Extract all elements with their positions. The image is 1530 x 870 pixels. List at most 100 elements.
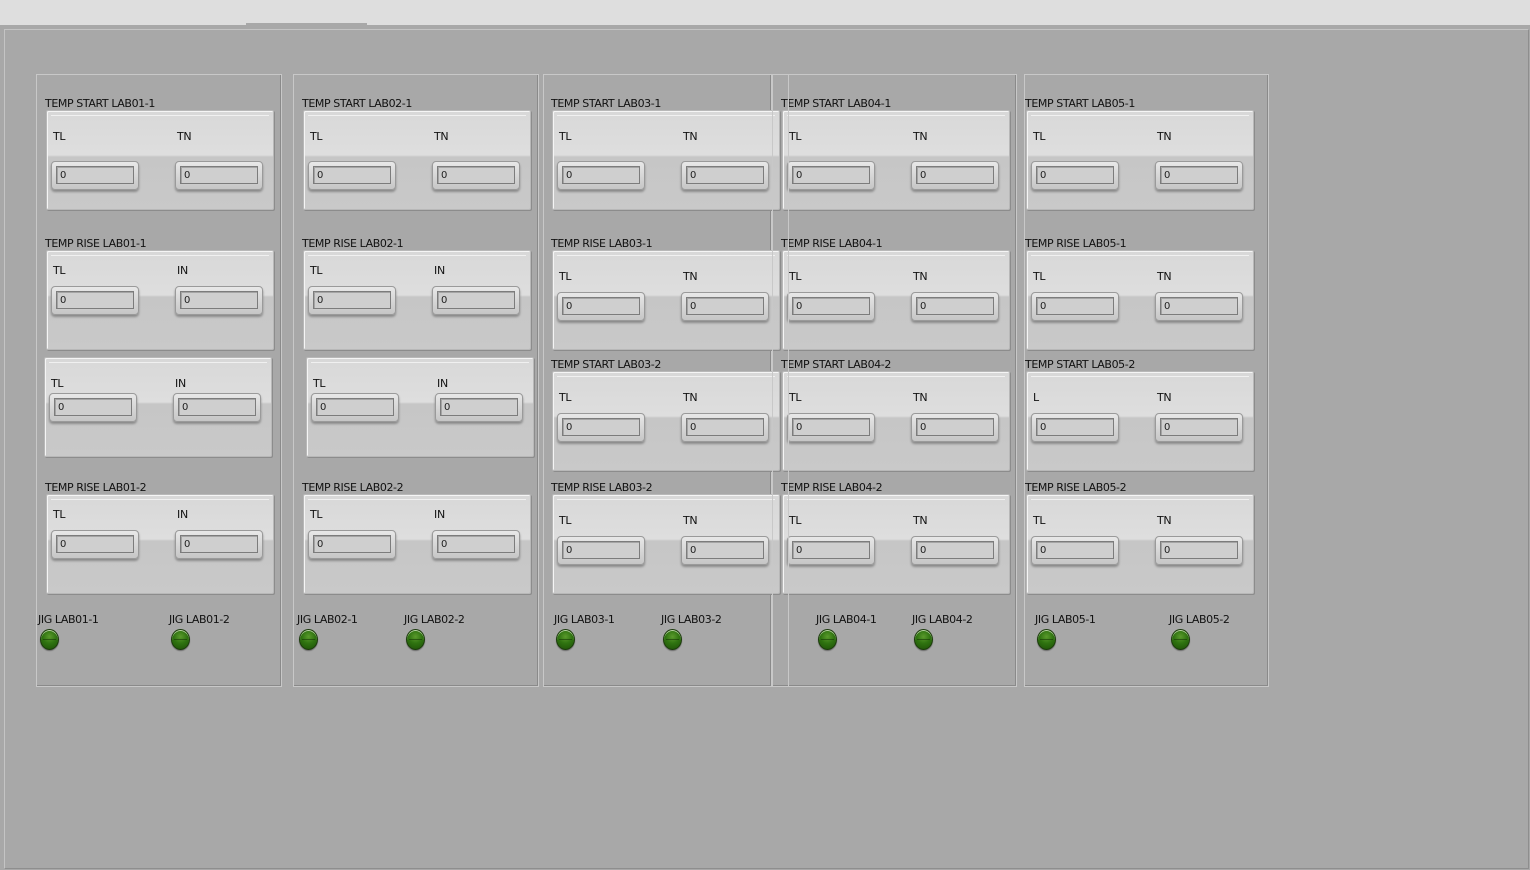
temp-start-2-tl-value[interactable]: 0 xyxy=(316,398,394,416)
jig-2-led-indicator[interactable] xyxy=(406,629,425,650)
temp-rise-2-tl-value[interactable]: 0 xyxy=(792,541,870,559)
temp-rise-1-tl-numeric-control[interactable]: 0 xyxy=(787,292,875,321)
temp-rise-1-tn-value[interactable]: 0 xyxy=(686,297,764,315)
temp-start-1-cluster: TL 0 TN 0 xyxy=(303,110,531,210)
temp-start-1-tl-value[interactable]: 0 xyxy=(56,166,134,184)
temp-start-2-tn-value[interactable]: 0 xyxy=(440,398,518,416)
temp-start-1-tn-value[interactable]: 0 xyxy=(686,166,764,184)
temp-start-2-tl-numeric-control[interactable]: 0 xyxy=(557,413,645,442)
temp-rise-1-tl-value[interactable]: 0 xyxy=(1036,297,1114,315)
temp-start-1-tl-value[interactable]: 0 xyxy=(792,166,870,184)
temp-start-2-tl-label: TL xyxy=(51,377,64,390)
temp-start-1-tn-value[interactable]: 0 xyxy=(437,166,515,184)
jig-2-led-indicator[interactable] xyxy=(1171,629,1190,650)
temp-rise-1-tn-value[interactable]: 0 xyxy=(437,291,515,309)
temp-start-2-tl-value[interactable]: 0 xyxy=(792,418,870,436)
temp-start-2-tn-value[interactable]: 0 xyxy=(178,398,256,416)
temp-start-2-tl-numeric-control[interactable]: 0 xyxy=(1031,413,1119,442)
temp-start-2-tl-numeric-control[interactable]: 0 xyxy=(787,413,875,442)
temp-start-2-title: TEMP START LAB03-2 xyxy=(551,358,661,371)
jig-2-led-indicator[interactable] xyxy=(914,629,933,650)
temp-start-1-tl-value[interactable]: 0 xyxy=(562,166,640,184)
temp-rise-2-tl-numeric-control[interactable]: 0 xyxy=(557,536,645,565)
temp-rise-2-tn-numeric-control[interactable]: 0 xyxy=(432,530,520,559)
jig-2-led-indicator[interactable] xyxy=(171,629,190,650)
temp-rise-1-tl-value[interactable]: 0 xyxy=(56,291,134,309)
temp-start-2-tn-numeric-control[interactable]: 0 xyxy=(1155,413,1243,442)
temp-rise-1-tn-numeric-control[interactable]: 0 xyxy=(1155,292,1243,321)
temp-start-1-tl-value[interactable]: 0 xyxy=(1036,166,1114,184)
temp-rise-1-tn-value[interactable]: 0 xyxy=(916,297,994,315)
temp-rise-1-tn-value[interactable]: 0 xyxy=(180,291,258,309)
temp-rise-1-tn-numeric-control[interactable]: 0 xyxy=(175,286,263,315)
temp-start-1-tl-numeric-control[interactable]: 0 xyxy=(1031,161,1119,190)
temp-start-2-tn-numeric-control[interactable]: 0 xyxy=(435,393,523,422)
temp-rise-1-tl-value[interactable]: 0 xyxy=(792,297,870,315)
temp-start-1-tl-numeric-control[interactable]: 0 xyxy=(557,161,645,190)
temp-rise-1-tn-value[interactable]: 0 xyxy=(1160,297,1238,315)
temp-rise-2-tn-value[interactable]: 0 xyxy=(916,541,994,559)
temp-rise-1-tl-value[interactable]: 0 xyxy=(562,297,640,315)
temp-start-1-tn-value[interactable]: 0 xyxy=(916,166,994,184)
temp-start-1-tn-numeric-control[interactable]: 0 xyxy=(432,161,520,190)
temp-rise-1-tl-numeric-control[interactable]: 0 xyxy=(557,292,645,321)
temp-start-1-cluster: TL 0 TN 0 xyxy=(1026,110,1254,210)
jig-2-led-indicator[interactable] xyxy=(663,629,682,650)
temp-rise-2-tl-label: TL xyxy=(789,514,802,527)
temp-rise-2-tl-value[interactable]: 0 xyxy=(1036,541,1114,559)
temp-rise-2-tn-numeric-control[interactable]: 0 xyxy=(911,536,999,565)
temp-rise-2-tl-numeric-control[interactable]: 0 xyxy=(51,530,139,559)
temp-rise-2-tl-value[interactable]: 0 xyxy=(56,535,134,553)
temp-rise-2-tl-numeric-control[interactable]: 0 xyxy=(787,536,875,565)
temp-rise-1-tl-value[interactable]: 0 xyxy=(313,291,391,309)
jig-1-led-indicator[interactable] xyxy=(556,629,575,650)
temp-rise-1-tl-numeric-control[interactable]: 0 xyxy=(51,286,139,315)
temp-rise-2-tn-numeric-control[interactable]: 0 xyxy=(175,530,263,559)
temp-rise-2-tl-value[interactable]: 0 xyxy=(313,535,391,553)
temp-rise-1-tn-numeric-control[interactable]: 0 xyxy=(681,292,769,321)
jig-1-led-indicator[interactable] xyxy=(818,629,837,650)
jig-1-led-indicator[interactable] xyxy=(299,629,318,650)
temp-start-1-tn-numeric-control[interactable]: 0 xyxy=(681,161,769,190)
temp-rise-2-tn-label: TN xyxy=(683,514,698,527)
temp-start-2-tl-numeric-control[interactable]: 0 xyxy=(311,393,399,422)
temp-start-1-tn-numeric-control[interactable]: 0 xyxy=(1155,161,1243,190)
temp-rise-2-tn-value[interactable]: 0 xyxy=(180,535,258,553)
temp-rise-2-tn-value[interactable]: 0 xyxy=(437,535,515,553)
temp-start-2-tl-label: TL xyxy=(789,391,802,404)
temp-rise-2-tn-numeric-control[interactable]: 0 xyxy=(1155,536,1243,565)
temp-rise-2-tl-numeric-control[interactable]: 0 xyxy=(308,530,396,559)
temp-start-1-tl-value[interactable]: 0 xyxy=(313,166,391,184)
temp-start-1-tl-numeric-control[interactable]: 0 xyxy=(308,161,396,190)
temp-start-2-tn-numeric-control[interactable]: 0 xyxy=(911,413,999,442)
jig-1-led-indicator[interactable] xyxy=(1037,629,1056,650)
temp-start-2-tn-value[interactable]: 0 xyxy=(916,418,994,436)
temp-rise-1-tl-numeric-control[interactable]: 0 xyxy=(308,286,396,315)
temp-start-1-cluster: TL 0 TN 0 xyxy=(782,110,1010,210)
temp-start-1-tn-label: TN xyxy=(683,130,698,143)
temp-rise-1-tn-numeric-control[interactable]: 0 xyxy=(911,292,999,321)
temp-start-1-tl-numeric-control[interactable]: 0 xyxy=(51,161,139,190)
temp-start-1-tn-value[interactable]: 0 xyxy=(180,166,258,184)
temp-rise-2-tn-value[interactable]: 0 xyxy=(1160,541,1238,559)
temp-start-2-tn-numeric-control[interactable]: 0 xyxy=(681,413,769,442)
temp-start-2-tn-value[interactable]: 0 xyxy=(1160,418,1238,436)
temp-rise-1-tl-numeric-control[interactable]: 0 xyxy=(1031,292,1119,321)
temp-start-1-tl-numeric-control[interactable]: 0 xyxy=(787,161,875,190)
temp-rise-2-tn-value[interactable]: 0 xyxy=(686,541,764,559)
jig-1-led-indicator[interactable] xyxy=(40,629,59,650)
temp-start-2-tl-value[interactable]: 0 xyxy=(1036,418,1114,436)
temp-rise-2-tl-numeric-control[interactable]: 0 xyxy=(1031,536,1119,565)
temp-start-1-tn-numeric-control[interactable]: 0 xyxy=(911,161,999,190)
temp-start-2-tl-value[interactable]: 0 xyxy=(562,418,640,436)
temp-start-1-tn-numeric-control[interactable]: 0 xyxy=(175,161,263,190)
temp-rise-2-tn-numeric-control[interactable]: 0 xyxy=(681,536,769,565)
temp-start-2-tl-value[interactable]: 0 xyxy=(54,398,132,416)
temp-start-1-tn-value[interactable]: 0 xyxy=(1160,166,1238,184)
temp-rise-2-tn-label: TN xyxy=(913,514,928,527)
temp-rise-1-tn-numeric-control[interactable]: 0 xyxy=(432,286,520,315)
temp-start-2-tl-numeric-control[interactable]: 0 xyxy=(49,393,137,422)
temp-rise-2-tl-value[interactable]: 0 xyxy=(562,541,640,559)
temp-start-2-tn-numeric-control[interactable]: 0 xyxy=(173,393,261,422)
temp-start-2-tn-value[interactable]: 0 xyxy=(686,418,764,436)
